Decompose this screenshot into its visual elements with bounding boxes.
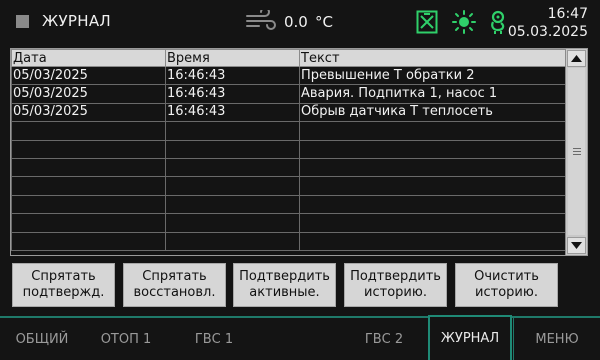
wind-icon bbox=[245, 7, 277, 36]
cell-date bbox=[11, 121, 166, 141]
cell-time bbox=[165, 121, 300, 141]
cell-date bbox=[11, 176, 166, 196]
cell-time bbox=[165, 139, 300, 159]
tab-heating-1[interactable]: ОТОП 1 bbox=[86, 318, 166, 360]
cell-text bbox=[299, 157, 566, 178]
table-row[interactable] bbox=[11, 213, 566, 233]
table-row[interactable] bbox=[11, 176, 566, 196]
table-row[interactable] bbox=[11, 121, 566, 141]
tab-general[interactable]: ОБЩИЙ bbox=[0, 318, 84, 360]
table-row[interactable]: 05/03/2025 16:46:43 Обрыв датчика Т тепл… bbox=[11, 102, 566, 123]
cell-date: 05/03/2025 bbox=[11, 102, 166, 123]
outdoor-temperature-value: 0.0 bbox=[284, 13, 308, 31]
event-log-panel: Дата Время Текст 05/03/2025 16:46:43 Пре… bbox=[10, 48, 588, 256]
cell-time bbox=[165, 157, 300, 178]
acknowledge-active-button[interactable]: Подтвердить активные. bbox=[233, 263, 336, 307]
cell-text: Обрыв датчика Т теплосеть bbox=[299, 102, 566, 123]
cell-time bbox=[165, 213, 300, 233]
cell-date bbox=[11, 213, 166, 233]
table-row[interactable]: 05/03/2025 16:46:43 Авария. Подпитка 1, … bbox=[11, 84, 566, 104]
table-row[interactable] bbox=[11, 139, 566, 159]
arrow-down-icon bbox=[571, 242, 582, 249]
button-label-line: Очистить bbox=[474, 269, 539, 284]
clear-history-button[interactable]: Очистить историю. bbox=[455, 263, 558, 307]
hide-restored-button[interactable]: Спрятать восстановл. bbox=[123, 263, 226, 307]
button-label-line: активные. bbox=[249, 285, 320, 300]
button-label-line: Спрятать bbox=[142, 269, 207, 284]
cell-text: Превышение Т обратки 2 bbox=[299, 65, 566, 86]
sun-icon[interactable] bbox=[452, 10, 476, 38]
hide-acknowledged-button[interactable]: Спрятать подтвержд. bbox=[12, 263, 115, 307]
clock-time: 16:47 bbox=[547, 6, 588, 22]
button-label-line: восстановл. bbox=[133, 285, 216, 300]
cell-time bbox=[165, 194, 300, 215]
pump-icon[interactable] bbox=[487, 9, 509, 39]
cell-text bbox=[299, 194, 566, 215]
header-bar: ЖУРНАЛ 0.0 °C 16:47 05.03.2025 bbox=[0, 0, 600, 44]
event-log-table: Дата Время Текст 05/03/2025 16:46:43 Пре… bbox=[11, 49, 566, 251]
table-row[interactable] bbox=[11, 231, 566, 251]
cell-text bbox=[299, 121, 566, 141]
cell-date: 05/03/2025 bbox=[11, 65, 166, 86]
button-label-line: Спрятать bbox=[31, 269, 96, 284]
cell-text bbox=[299, 231, 566, 251]
table-row[interactable]: 05/03/2025 16:46:43 Превышение Т обратки… bbox=[11, 65, 566, 86]
cell-time: 16:46:43 bbox=[165, 65, 300, 86]
cell-text bbox=[299, 139, 566, 159]
column-header-text[interactable]: Текст bbox=[299, 49, 566, 67]
arrow-up-icon bbox=[571, 55, 582, 62]
cell-date bbox=[11, 194, 166, 215]
table-header-row: Дата Время Текст bbox=[11, 49, 566, 67]
grip-icon bbox=[573, 148, 581, 157]
button-label-line: подтвержд. bbox=[22, 285, 105, 300]
cell-time: 16:46:43 bbox=[165, 102, 300, 123]
column-header-date[interactable]: Дата bbox=[11, 49, 166, 67]
button-label-line: Подтвердить bbox=[239, 269, 330, 284]
button-label-line: историю. bbox=[364, 285, 427, 300]
cell-date bbox=[11, 157, 166, 178]
table-row[interactable] bbox=[11, 194, 566, 215]
scrollbar-thumb[interactable] bbox=[568, 68, 585, 235]
log-scrollbar[interactable] bbox=[565, 49, 587, 255]
cell-date bbox=[11, 231, 166, 251]
tab-hot-water-1[interactable]: ГВС 1 bbox=[170, 318, 258, 360]
cell-date bbox=[11, 139, 166, 159]
clock-date: 05.03.2025 bbox=[507, 24, 588, 40]
table-row[interactable] bbox=[11, 157, 566, 178]
scroll-up-button[interactable] bbox=[567, 50, 586, 67]
alarm-icon[interactable] bbox=[416, 10, 438, 38]
cell-time: 16:46:43 bbox=[165, 84, 300, 104]
button-label-line: Подтвердить bbox=[350, 269, 441, 284]
tab-journal[interactable]: ЖУРНАЛ bbox=[428, 315, 512, 360]
acknowledge-history-button[interactable]: Подтвердить историю. bbox=[344, 263, 447, 307]
cell-text bbox=[299, 213, 566, 233]
cell-text: Авария. Подпитка 1, насос 1 bbox=[299, 84, 566, 104]
tab-hot-water-2[interactable]: ГВС 2 bbox=[340, 318, 428, 360]
button-label-line: историю. bbox=[475, 285, 538, 300]
page-title: ЖУРНАЛ bbox=[42, 12, 111, 30]
column-header-time[interactable]: Время bbox=[165, 49, 300, 67]
temperature-unit: °C bbox=[315, 13, 333, 31]
cell-time bbox=[165, 176, 300, 196]
tab-menu[interactable]: МЕНЮ bbox=[513, 318, 600, 360]
screen-indicator-square bbox=[16, 15, 29, 28]
cell-time bbox=[165, 231, 300, 251]
cell-date: 05/03/2025 bbox=[11, 84, 166, 104]
cell-text bbox=[299, 176, 566, 196]
scroll-down-button[interactable] bbox=[567, 237, 586, 254]
